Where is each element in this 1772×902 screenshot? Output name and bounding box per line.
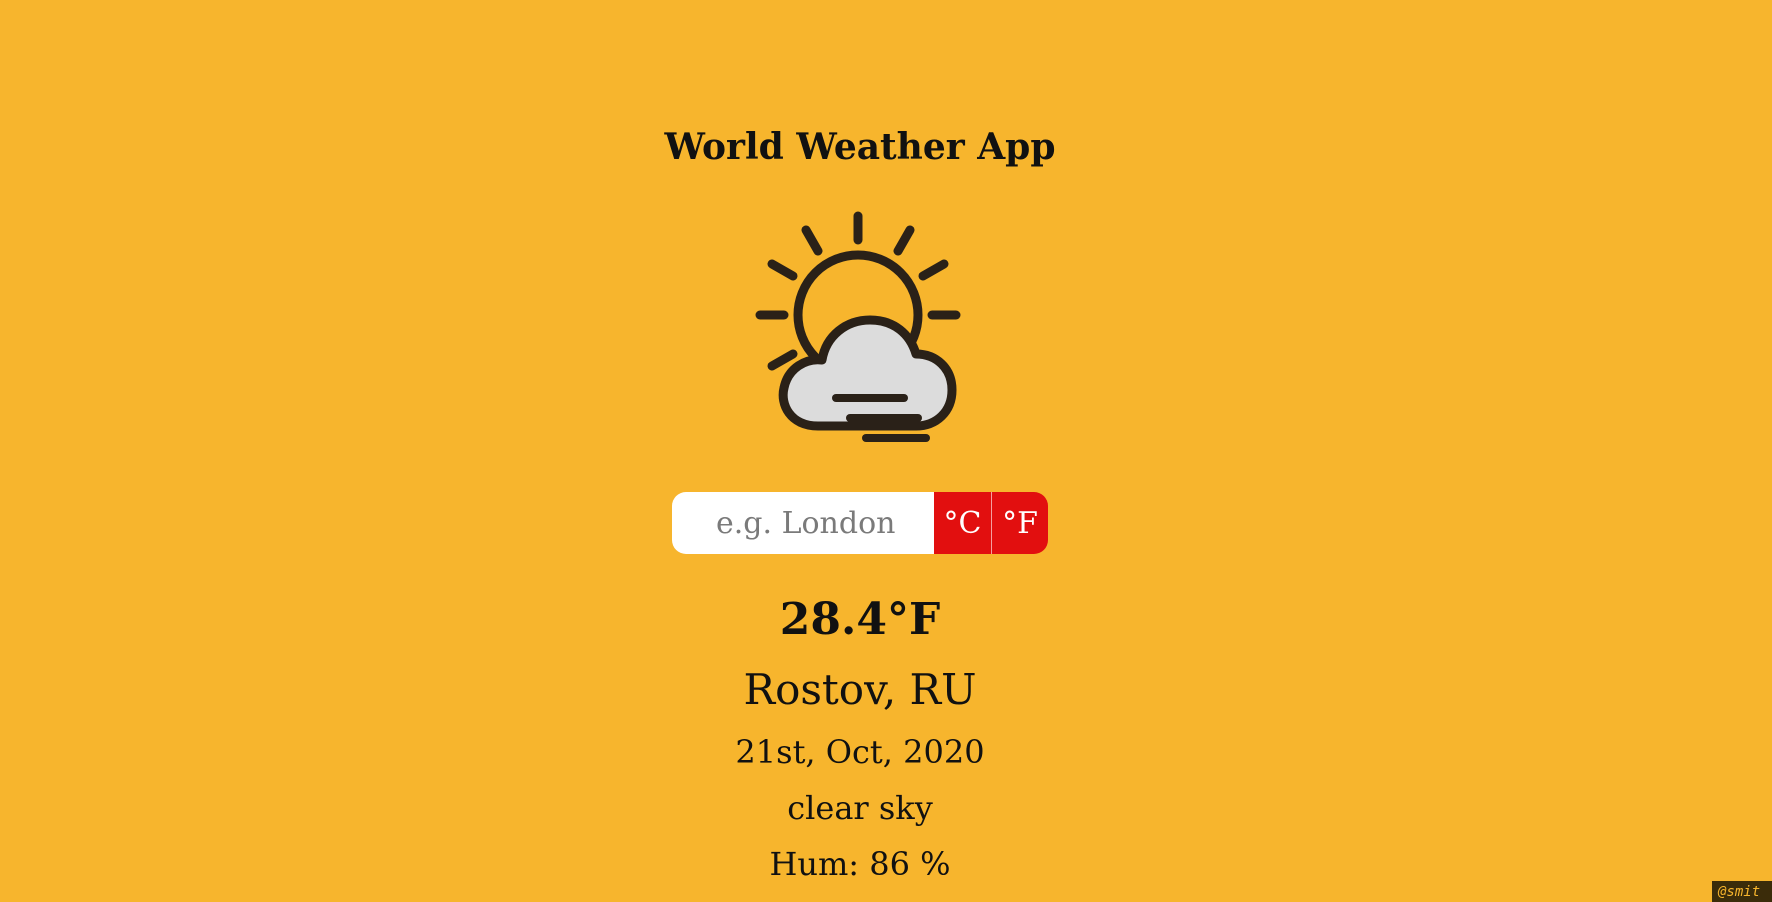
credit-badge: @smit — [1712, 881, 1772, 902]
temperature-value: 28.4°F — [779, 594, 941, 645]
weather-results: 28.4°F Rostov, RU 21st, Oct, 2020 clear … — [0, 590, 1720, 886]
date-label: 21st, Oct, 2020 — [735, 733, 985, 771]
app-title: World Weather App — [664, 126, 1056, 168]
location-label: Rostov, RU — [743, 665, 977, 714]
weather-description: clear sky — [787, 789, 933, 827]
city-search-input[interactable] — [672, 492, 934, 554]
search-bar: °C °F — [672, 492, 1048, 554]
celsius-button[interactable]: °C — [934, 492, 991, 554]
fahrenheit-button[interactable]: °F — [991, 492, 1048, 554]
humidity-label: Hum: 86 % — [769, 845, 951, 883]
sun-behind-cloud-icon — [755, 211, 961, 442]
